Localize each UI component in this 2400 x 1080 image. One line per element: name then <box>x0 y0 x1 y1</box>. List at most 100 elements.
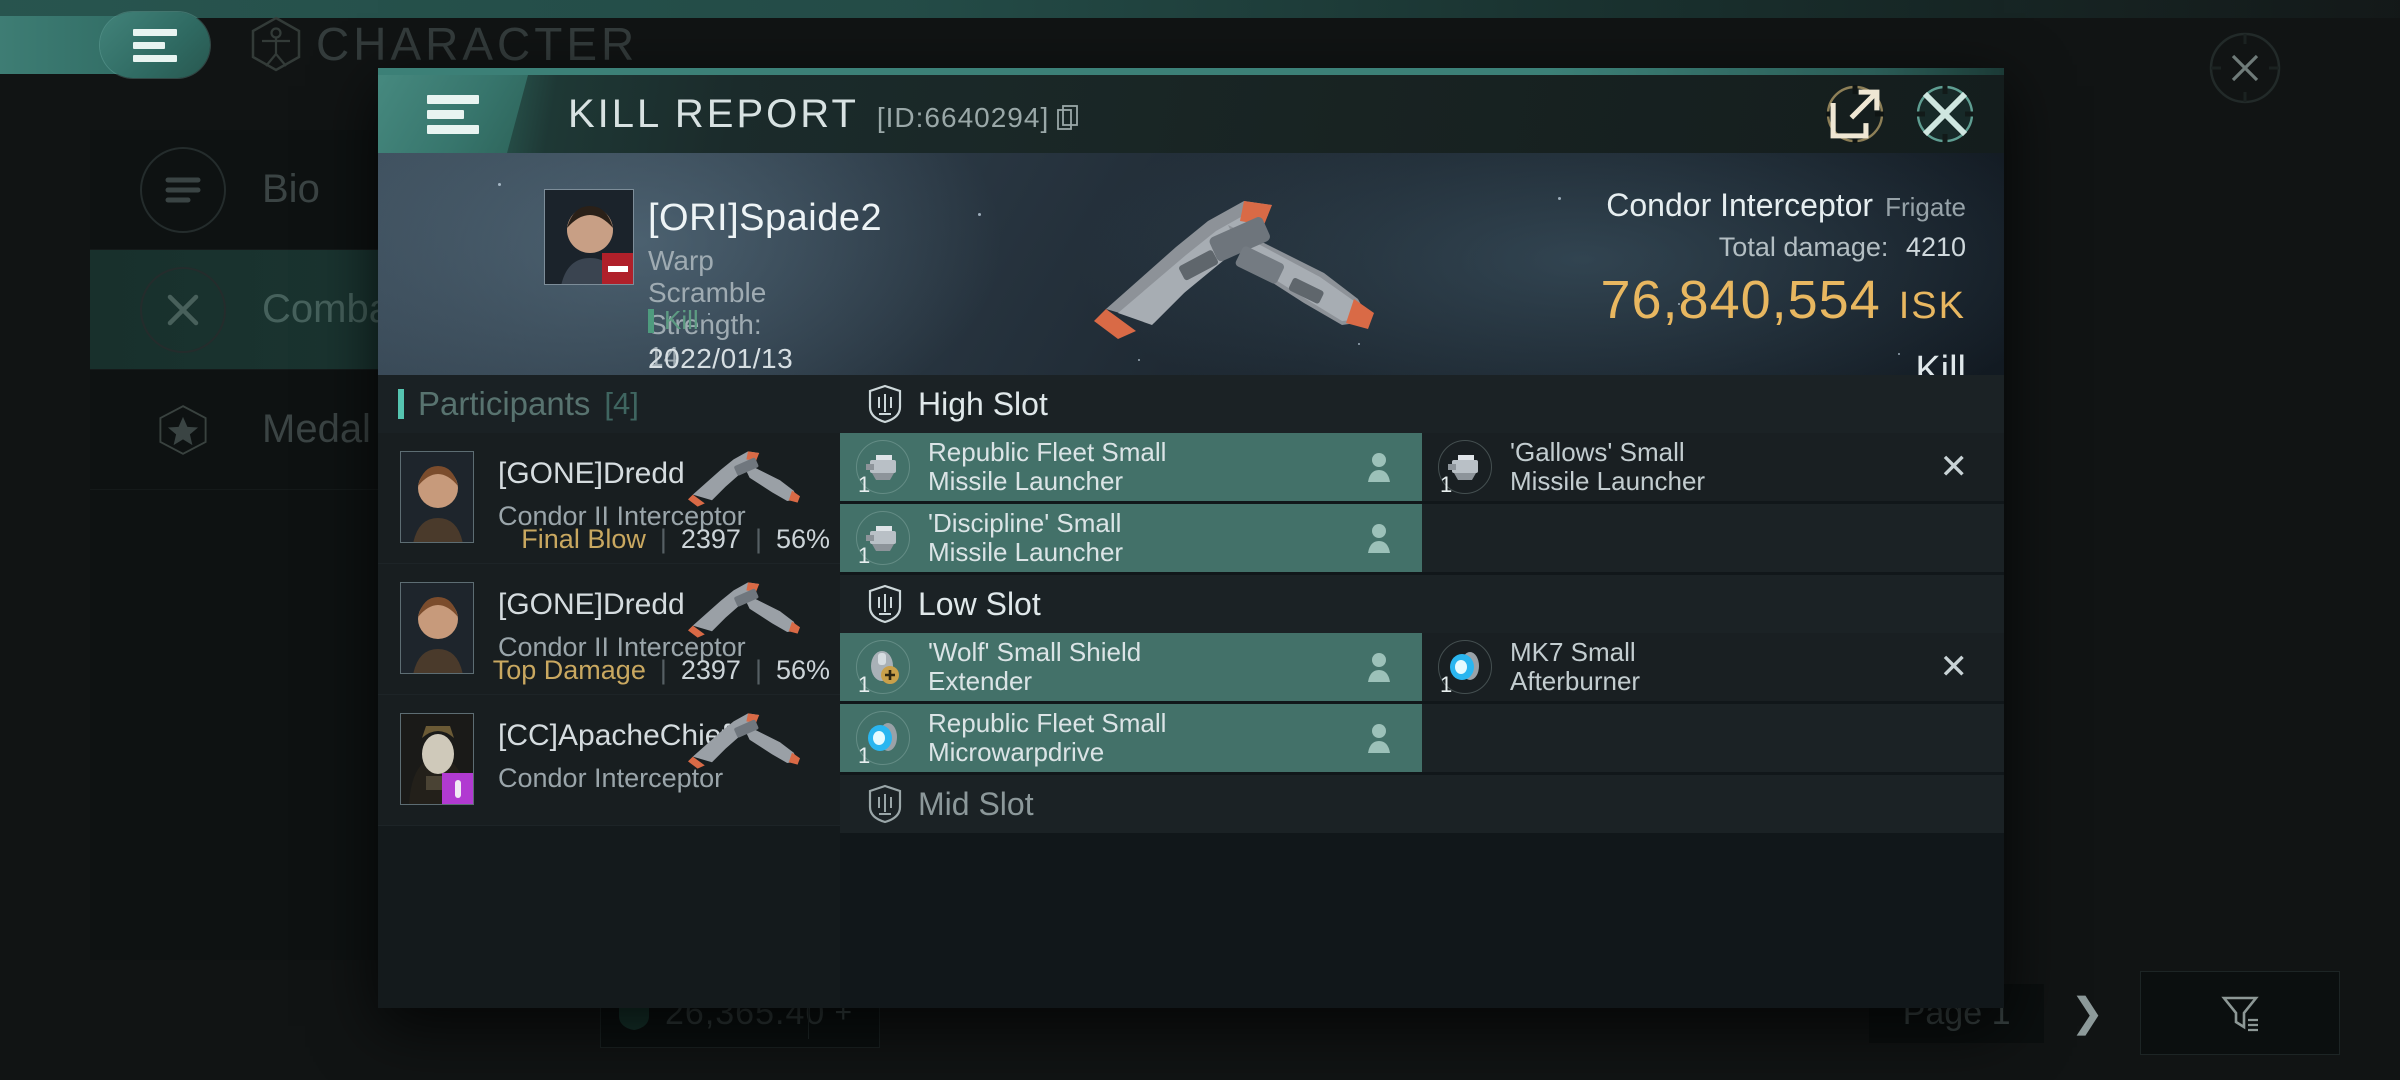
slot-name-line2: Afterburner <box>1510 666 1641 696</box>
slot-quantity: 1 <box>858 472 871 497</box>
report-id-text: [ID:6640294] <box>876 101 1050 133</box>
low-slot-right-column: 1 MK7 Small Afterburner ✕ <box>1422 633 2004 775</box>
x-icon: ✕ <box>1939 448 1969 486</box>
fitting-slot-empty <box>1422 504 2004 572</box>
ship-class: Frigate <box>1885 192 1966 222</box>
hamburger-icon <box>133 28 177 62</box>
sidebar-item-medal-label: Medal <box>262 407 371 451</box>
table-row[interactable]: [CC]ApacheChief Condor Interceptor <box>378 695 840 826</box>
isk-currency: ISK <box>1898 285 1966 327</box>
isk-value-row: 76,840,554 ISK <box>1600 269 1966 331</box>
copy-icon[interactable] <box>1057 104 1079 131</box>
low-slot-left-column: 1 'Wolf' Small Shield Extender 1 Republi… <box>840 633 1422 775</box>
section-header-high-slot: High Slot <box>840 375 2004 433</box>
slot-name-line1: 'Gallows' Small <box>1510 436 1685 467</box>
high-slot-left-column: 1 Republic Fleet Small Missile Launcher <box>840 433 1422 575</box>
avatar <box>400 582 474 674</box>
isk-value: 76,840,554 <box>1600 270 1881 330</box>
afterburner-icon: 1 <box>1436 638 1494 697</box>
dialog-body: Participants [4] [GONE]Dredd Condor II I… <box>378 375 2004 1008</box>
share-button[interactable] <box>1824 83 1886 145</box>
participant-stats: Top Damage | 2397 | 56% <box>493 655 830 686</box>
background-window-title-text: CHARACTER <box>316 18 639 70</box>
section-title: Low Slot <box>918 585 1041 622</box>
stat-sep: | <box>659 524 667 554</box>
fitting-slot[interactable]: 1 'Discipline' Small Missile Launcher <box>840 504 1422 572</box>
table-row[interactable]: [GONE]Dredd Condor II Interceptor Top Da… <box>378 564 840 695</box>
participant-ship-icon <box>688 713 800 769</box>
report-id[interactable]: [ID:6640294] <box>877 102 1079 134</box>
chevron-right-icon[interactable]: ❯ <box>2070 990 2104 1036</box>
section-title: Mid Slot <box>918 785 1034 822</box>
participant-ship-icon <box>688 451 800 507</box>
fitting-slot[interactable]: 1 MK7 Small Afterburner ✕ <box>1422 633 2004 701</box>
participant-tag: Final Blow <box>521 524 646 554</box>
fitting-slot[interactable]: 1 Republic Fleet Small Microwarpdrive <box>840 704 1422 772</box>
slot-quantity: 1 <box>858 672 871 697</box>
person-icon <box>1368 653 1390 682</box>
page-title: KILL REPORT <box>568 91 859 136</box>
missile-launcher-icon: 1 <box>1436 438 1494 497</box>
participant-ship-icon <box>688 582 800 638</box>
participant-tag: Top Damage <box>492 655 646 685</box>
slot-item-name: MK7 Small Afterburner <box>1510 637 1641 696</box>
victim-avatar[interactable] <box>544 189 634 285</box>
ship-identity: Condor Interceptor Frigate <box>1600 187 1966 224</box>
person-icon <box>1368 524 1390 553</box>
x-icon: ✕ <box>1939 648 1969 686</box>
person-icon <box>1368 724 1390 753</box>
fitting-slot[interactable]: 1 'Gallows' Small Missile Launcher ✕ <box>1422 433 2004 501</box>
slot-name-line2: Missile Launcher <box>928 466 1124 496</box>
fitting-slot-empty <box>1422 704 2004 772</box>
section-header-mid-slot: Mid Slot <box>840 775 2004 833</box>
participant-name: [GONE]Dredd <box>498 457 685 490</box>
avatar <box>400 713 474 805</box>
slot-name-line1: 'Discipline' Small <box>928 507 1122 538</box>
total-damage-label: Total damage: <box>1718 232 1889 262</box>
slot-name-line1: 'Wolf' Small Shield <box>928 636 1142 667</box>
hamburger-icon <box>427 94 479 134</box>
slot-name-line2: Extender <box>928 666 1033 696</box>
slot-quantity: 1 <box>858 543 871 568</box>
participant-percent: 56% <box>775 655 830 685</box>
purple-capsule-icon <box>442 773 473 804</box>
ship-name: Condor Interceptor <box>1606 187 1874 223</box>
participants-panel: Participants [4] [GONE]Dredd Condor II I… <box>378 375 840 1008</box>
total-damage-value: 4210 <box>1905 232 1966 262</box>
sidebar-item-bio-label: Bio <box>262 167 320 211</box>
dialog-close-button[interactable] <box>1914 83 1976 145</box>
slot-name-line2: Missile Launcher <box>1510 466 1706 496</box>
high-slot-right-column: 1 'Gallows' Small Missile Launcher ✕ <box>1422 433 2004 575</box>
slot-quantity: 1 <box>1440 672 1453 697</box>
participant-stats: Final Blow | 2397 | 56% <box>521 524 830 555</box>
slot-item-name: 'Wolf' Small Shield Extender <box>928 636 1142 696</box>
close-icon <box>1922 91 1968 137</box>
participant-name: [GONE]Dredd <box>498 588 685 621</box>
crossed-swords-icon <box>140 266 226 353</box>
background-close-button[interactable] <box>2205 28 2285 108</box>
dialog-title-group: KILL REPORT [ID:6640294] <box>528 92 1824 137</box>
missile-launcher-icon: 1 <box>854 438 912 497</box>
slot-shield-icon <box>868 784 902 824</box>
participant-damage: 2397 <box>680 655 741 685</box>
participant-damage: 2397 <box>680 524 741 554</box>
section-title: High Slot <box>918 385 1048 422</box>
fitting-slot[interactable]: 1 'Wolf' Small Shield Extender <box>840 633 1422 701</box>
header-tick <box>398 389 404 419</box>
dialog-accent-bar <box>378 68 2004 75</box>
fitting-slot[interactable]: 1 Republic Fleet Small Missile Launcher <box>840 433 1422 501</box>
participants-count: [4] <box>604 386 639 421</box>
dialog-menu-button[interactable] <box>378 75 528 153</box>
table-row[interactable]: [GONE]Dredd Condor II Interceptor Final … <box>378 433 840 564</box>
slot-name-line1: Republic Fleet Small <box>928 707 1167 738</box>
slot-name-line1: Republic Fleet Small <box>928 436 1167 467</box>
background-menu-button[interactable] <box>100 12 210 78</box>
slot-item-name: 'Discipline' Small Missile Launcher <box>928 507 1123 567</box>
slot-shield-icon <box>868 384 902 424</box>
result-word: Kill <box>1915 349 1966 375</box>
slot-shield-icon <box>868 584 902 624</box>
slot-quantity: 1 <box>1440 472 1453 497</box>
filter-button[interactable] <box>2140 971 2340 1055</box>
missile-launcher-icon: 1 <box>854 509 912 568</box>
kill-summary-hero: [ORI]Spaide2 Warp Scramble Strength: 14 … <box>378 153 2004 375</box>
